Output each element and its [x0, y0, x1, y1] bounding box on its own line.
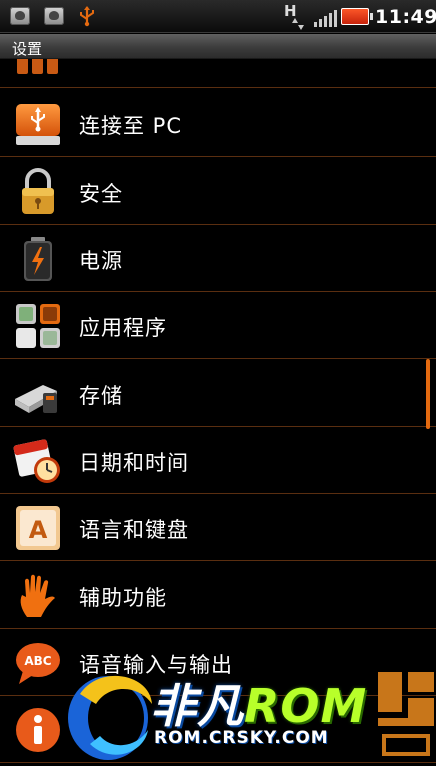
calendar-clock-icon — [13, 439, 60, 483]
hand-icon — [20, 574, 56, 617]
settings-item-label: 连接至 PC — [79, 114, 183, 138]
speech-bubble-icon: ABC — [16, 643, 60, 684]
notification-icon — [44, 7, 64, 25]
settings-item-label: 日期和时间 — [79, 451, 189, 475]
svg-text:ABC: ABC — [24, 654, 51, 668]
settings-item-label: 存储 — [79, 384, 123, 408]
clock: 11:49 — [375, 6, 436, 28]
watermark-glyph-logo — [378, 672, 434, 756]
settings-item-language-keyboard[interactable]: A 语言和键盘 — [0, 494, 436, 561]
battery-status-icon — [341, 8, 373, 25]
signal-strength-icon — [314, 9, 337, 27]
usb-drive-icon — [16, 104, 60, 145]
mobile-network-icon — [17, 59, 58, 74]
settings-item-storage[interactable]: 存储 — [0, 360, 436, 427]
screen: H 11:49 设置 连接至 PC 安全 电源 应用程序 存储 日期和时间 A … — [0, 0, 436, 766]
settings-item-security[interactable]: 安全 — [0, 158, 436, 225]
settings-item-connect-pc[interactable]: 连接至 PC — [0, 90, 436, 157]
settings-item-label: 安全 — [79, 182, 123, 206]
settings-item-mobile-network[interactable] — [0, 59, 436, 88]
scrollbar[interactable] — [426, 359, 430, 429]
settings-item-label: 电源 — [79, 249, 123, 273]
page-title: 设置 — [12, 40, 43, 58]
watermark-brand: 非凡ROM — [150, 679, 368, 733]
status-bar: H 11:49 — [0, 0, 436, 33]
storage-usb-icon — [15, 385, 57, 413]
brand-swirl-logo — [68, 675, 152, 760]
battery-icon — [24, 237, 52, 281]
settings-item-power[interactable]: 电源 — [0, 225, 436, 292]
settings-item-date-time[interactable]: 日期和时间 — [0, 427, 436, 494]
usb-icon — [80, 6, 94, 27]
settings-item-accessibility[interactable]: 辅助功能 — [0, 562, 436, 629]
settings-item-label: 应用程序 — [79, 316, 167, 340]
svg-text:A: A — [29, 516, 48, 544]
settings-item-label: 语言和键盘 — [79, 518, 189, 542]
settings-item-applications[interactable]: 应用程序 — [0, 292, 436, 359]
settings-list: 连接至 PC 安全 电源 应用程序 存储 日期和时间 A 语言和键盘 辅助功能 … — [0, 59, 436, 766]
notification-icon — [10, 7, 30, 25]
data-activity-icon — [292, 18, 304, 30]
keyboard-key-icon: A — [16, 506, 60, 550]
watermark-logo: 非凡ROM ROM.CRSKY.COM — [60, 664, 436, 766]
watermark-url: ROM.CRSKY.COM — [154, 728, 329, 748]
applications-grid-icon — [16, 304, 60, 348]
title-bar: 设置 — [0, 34, 436, 59]
padlock-icon — [22, 168, 54, 214]
settings-item-label: 辅助功能 — [79, 586, 167, 610]
info-icon — [16, 708, 60, 752]
